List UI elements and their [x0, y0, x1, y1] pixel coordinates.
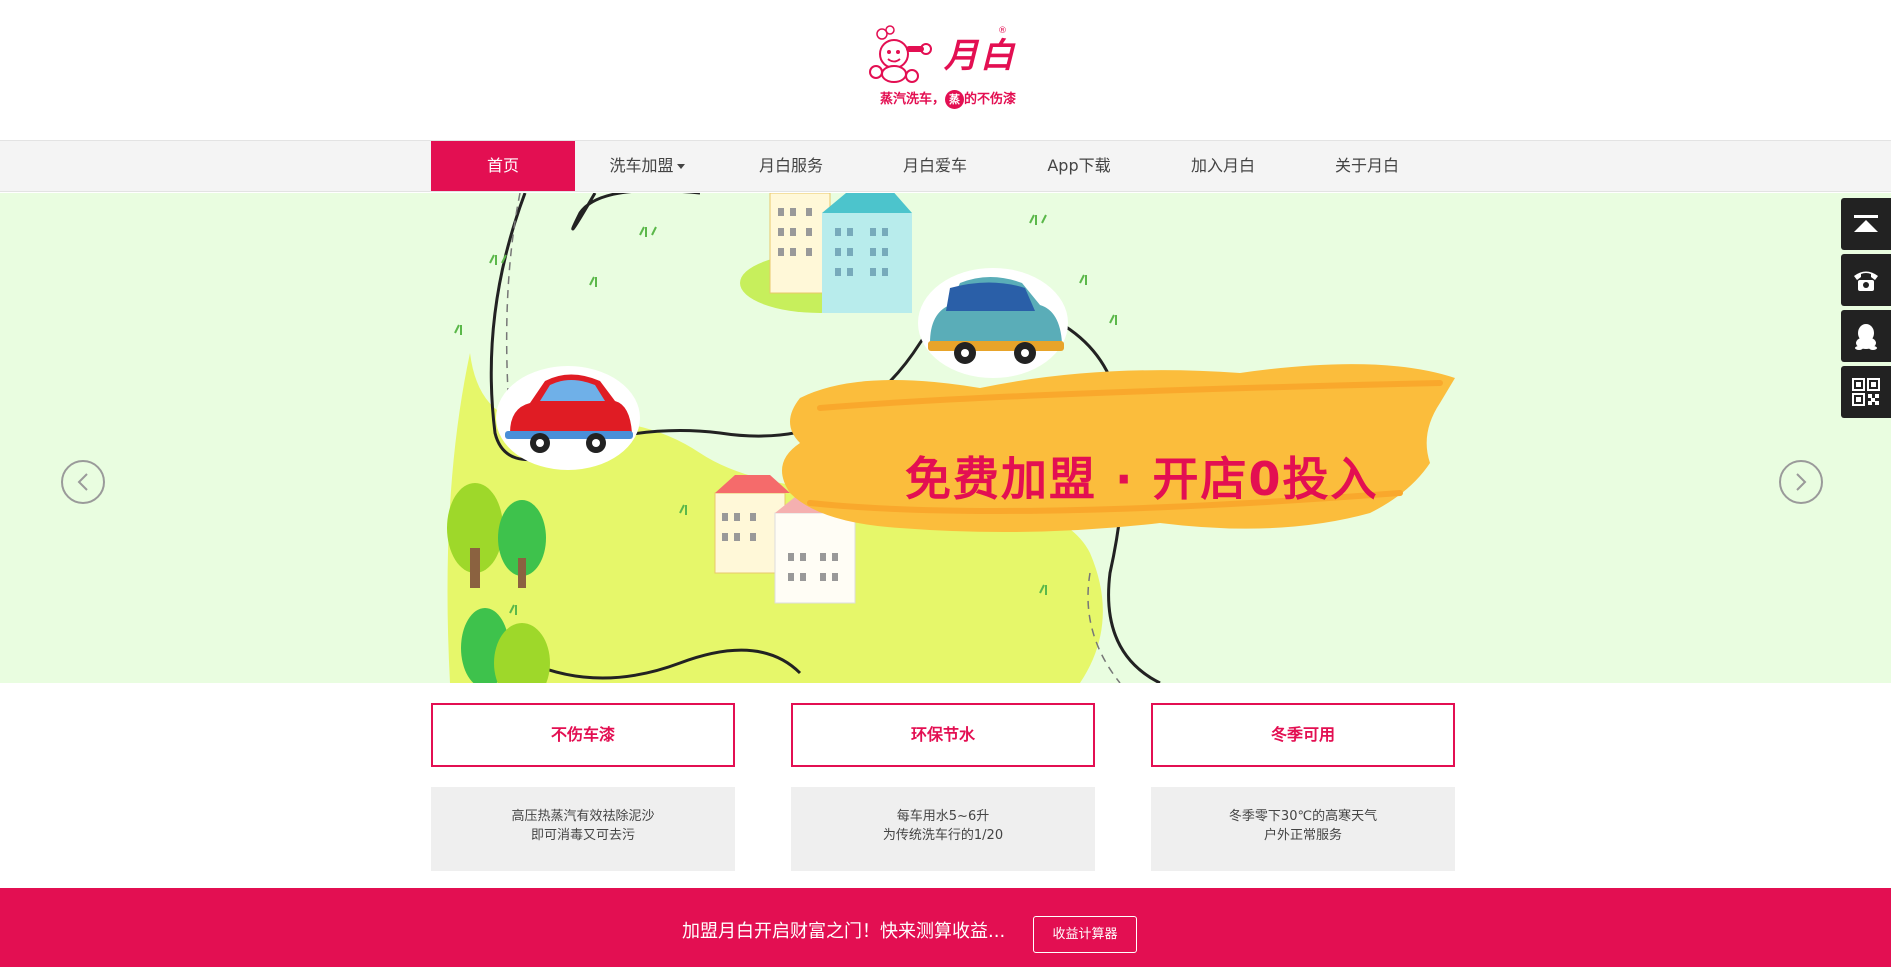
back-to-top-icon	[1854, 215, 1878, 232]
red-car-icon	[496, 366, 640, 470]
feature-title[interactable]: 不伤车漆	[431, 703, 735, 767]
nav-item-app-download[interactable]: App下载	[1007, 141, 1151, 191]
blue-car-icon	[918, 268, 1068, 378]
nav-item-label: 月白服务	[758, 156, 823, 175]
nav-item-about[interactable]: 关于月白	[1295, 141, 1439, 191]
slogan-part-2: 的不伤漆	[964, 92, 1017, 107]
telephone-button[interactable]	[1841, 254, 1891, 306]
feature-title[interactable]: 环保节水	[791, 703, 1095, 767]
nav-item-label: 关于月白	[1334, 156, 1399, 175]
chevron-right-icon	[1796, 473, 1807, 491]
nav-item-label: App下载	[1047, 156, 1111, 175]
nav-list: 首页 洗车加盟 月白服务 月白爱车 App下载 加入月白 关于月白	[431, 141, 1439, 191]
nav-item-label: 加入月白	[1190, 156, 1255, 175]
banner-headline: 免费加盟 · 开店0投入	[905, 452, 1379, 506]
feature-card: 冬季可用 冬季零下30℃的高寒天气 户外正常服务	[1151, 703, 1455, 871]
cta-text: 加盟月白开启财富之门！快来测算收益...	[682, 921, 1006, 942]
registered-mark: ®	[998, 26, 1007, 36]
logo[interactable]: 月白 ® 蒸汽洗车，蒸的不伤漆	[868, 24, 1028, 114]
feature-section: 不伤车漆 高压热蒸汽有效祛除泥沙 即可消毒又可去污 环保节水 每车用水5~6升 …	[431, 703, 1455, 871]
nav-item-label: 首页	[486, 156, 519, 175]
feature-description: 高压热蒸汽有效祛除泥沙 即可消毒又可去污	[431, 787, 735, 871]
chevron-left-icon	[77, 473, 88, 491]
feature-description: 冬季零下30℃的高寒天气 户外正常服务	[1151, 787, 1455, 871]
floating-toolbar	[1841, 198, 1891, 422]
mascot-icon	[869, 25, 932, 83]
main-nav: 首页 洗车加盟 月白服务 月白爱车 App下载 加入月白 关于月白	[0, 140, 1891, 192]
nav-item-label: 月白爱车	[902, 156, 967, 175]
nav-item-car-care[interactable]: 月白爱车	[863, 141, 1007, 191]
next-slide-button[interactable]	[1779, 460, 1823, 504]
back-to-top-button[interactable]	[1841, 198, 1891, 250]
nav-item-franchise[interactable]: 洗车加盟	[575, 141, 719, 191]
feature-desc-line: 冬季零下30℃的高寒天气	[1228, 809, 1378, 824]
caret-down-icon	[676, 164, 685, 169]
feature-desc-line: 即可消毒又可去污	[530, 828, 635, 843]
qr-code-button[interactable]	[1841, 366, 1891, 418]
telephone-icon	[1854, 271, 1878, 291]
feature-desc-line: 为传统洗车行的1/20	[882, 828, 1004, 843]
feature-desc-line: 户外正常服务	[1263, 828, 1342, 843]
feature-description: 每车用水5~6升 为传统洗车行的1/20	[791, 787, 1095, 871]
feature-card: 不伤车漆 高压热蒸汽有效祛除泥沙 即可消毒又可去污	[431, 703, 735, 871]
profit-calculator-button[interactable]: 收益计算器	[1033, 916, 1137, 953]
slogan-part-1: 蒸汽洗车，	[879, 92, 945, 107]
nav-item-join[interactable]: 加入月白	[1151, 141, 1295, 191]
nav-item-label: 洗车加盟	[609, 156, 674, 175]
qr-code-icon	[1852, 378, 1880, 406]
feature-card: 环保节水 每车用水5~6升 为传统洗车行的1/20	[791, 703, 1095, 871]
qq-button[interactable]	[1841, 310, 1891, 362]
feature-desc-line: 高压热蒸汽有效祛除泥沙	[511, 809, 655, 824]
banner-illustration	[447, 193, 1455, 683]
feature-title[interactable]: 冬季可用	[1151, 703, 1455, 767]
slogan: 蒸汽洗车，蒸的不伤漆	[868, 88, 1028, 109]
hero-banner[interactable]: 免费加盟 · 开店0投入	[0, 193, 1891, 683]
franchise-cta-bar: 加盟月白开启财富之门！快来测算收益... 收益计算器	[0, 888, 1891, 967]
feature-desc-line: 每车用水5~6升	[896, 809, 990, 824]
prev-slide-button[interactable]	[61, 460, 105, 504]
slogan-circle-char: 蒸	[945, 90, 964, 109]
nav-item-services[interactable]: 月白服务	[719, 141, 863, 191]
site-header: 月白 ® 蒸汽洗车，蒸的不伤漆	[0, 0, 1891, 140]
qq-penguin-icon	[1855, 324, 1877, 350]
nav-item-home[interactable]: 首页	[431, 141, 575, 191]
